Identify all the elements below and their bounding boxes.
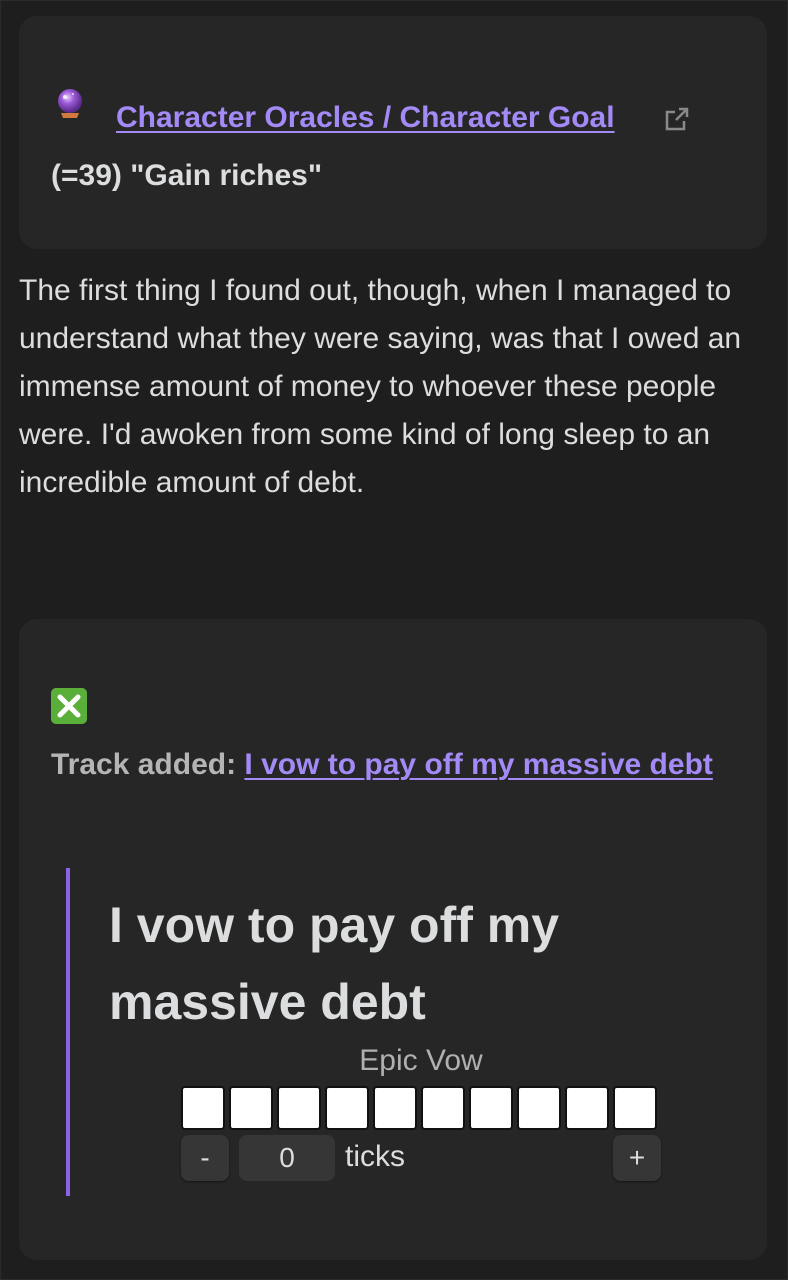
journal-paragraph: The first thing I found out, though, whe… (19, 274, 742, 499)
cross-mark-icon (51, 688, 87, 724)
blockquote-bar (66, 868, 70, 1196)
external-link-icon[interactable] (664, 106, 690, 132)
progress-box (421, 1086, 465, 1130)
progress-box (613, 1086, 657, 1130)
progress-box (325, 1086, 369, 1130)
progress-box (229, 1086, 273, 1130)
track-callout: Track added: I vow to pay off my massive… (19, 619, 767, 1260)
oracle-result: (=39) "Gain riches" (51, 159, 323, 192)
progress-box (469, 1086, 513, 1130)
crystal-ball-icon (58, 89, 82, 118)
page: Character Oracles / Character Goal (=39)… (0, 0, 788, 1280)
decrement-button[interactable]: - (181, 1135, 229, 1181)
track-added-line: Track added: I vow to pay off my massive… (51, 741, 731, 789)
oracle-link[interactable]: Character Oracles / Character Goal (116, 100, 615, 136)
progress-box (565, 1086, 609, 1130)
track-link[interactable]: I vow to pay off my massive debt (244, 748, 712, 781)
progress-box (517, 1086, 561, 1130)
ticks-label: ticks (345, 1140, 405, 1173)
progress-track (181, 1086, 657, 1130)
oracle-callout: Character Oracles / Character Goal (=39)… (19, 16, 767, 249)
vow-rank: Epic Vow (359, 1044, 483, 1077)
ticks-input[interactable]: 0 (239, 1135, 335, 1181)
progress-box (181, 1086, 225, 1130)
track-added-label: Track added: (51, 748, 237, 781)
vow-title: I vow to pay off my massive debt (109, 897, 560, 1030)
increment-button[interactable]: + (613, 1135, 661, 1181)
progress-box (373, 1086, 417, 1130)
progress-box (277, 1086, 321, 1130)
